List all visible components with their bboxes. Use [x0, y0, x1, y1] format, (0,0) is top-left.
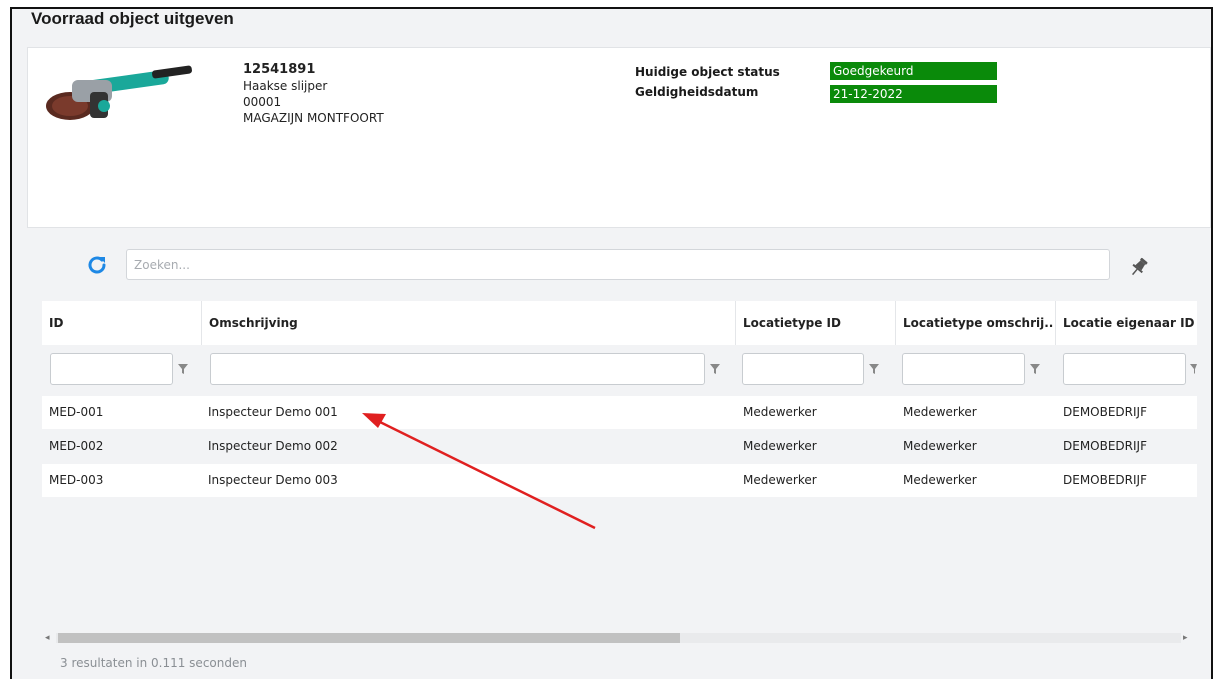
- cell-locatietype-omschrijving: Medewerker: [903, 473, 977, 487]
- cell-locatietype-id: Medewerker: [743, 473, 817, 487]
- object-location: MAGAZIJN MONTFOORT: [243, 111, 384, 125]
- status-badge: Goedgekeurd: [830, 62, 997, 80]
- table-row[interactable]: MED-003 Inspecteur Demo 003 Medewerker M…: [42, 464, 1197, 497]
- cell-id: MED-003: [49, 473, 104, 487]
- refresh-icon[interactable]: [86, 254, 108, 276]
- cell-locatie-eigenaar-id: DEMOBEDRIJF: [1063, 439, 1147, 453]
- horizontal-scrollbar[interactable]: ◂ ▸: [42, 631, 1197, 645]
- cell-locatie-eigenaar-id: DEMOBEDRIJF: [1063, 473, 1147, 487]
- cell-omschrijving: Inspecteur Demo 001: [208, 405, 338, 419]
- cell-omschrijving: Inspecteur Demo 003: [208, 473, 338, 487]
- column-header-locatietype-omschrijving[interactable]: Locatietype omschrij..: [896, 301, 1056, 345]
- table-row[interactable]: MED-002 Inspecteur Demo 002 Medewerker M…: [42, 430, 1197, 463]
- object-code: 12541891: [243, 62, 316, 77]
- object-number: 00001: [243, 95, 282, 109]
- column-header-locatietype-id[interactable]: Locatietype ID: [736, 301, 896, 345]
- angle-grinder-image: [46, 65, 192, 120]
- filter-icon[interactable]: [1189, 363, 1197, 375]
- status-label: Huidige object status: [635, 65, 780, 79]
- column-header-id[interactable]: ID: [42, 301, 202, 345]
- page-title: Voorraad object uitgeven: [31, 9, 234, 28]
- status-labels: Huidige object status Geldigheidsdatum: [635, 62, 780, 102]
- filter-icon[interactable]: [868, 363, 880, 375]
- cell-locatietype-id: Medewerker: [743, 439, 817, 453]
- filter-icon[interactable]: [1029, 363, 1041, 375]
- pin-icon[interactable]: [1128, 256, 1150, 278]
- scroll-left-icon[interactable]: ◂: [45, 633, 50, 643]
- results-summary: 3 resultaten in 0.111 seconden: [60, 656, 247, 670]
- cell-locatietype-omschrijving: Medewerker: [903, 439, 977, 453]
- object-name: Haakse slijper: [243, 79, 328, 93]
- cell-omschrijving: Inspecteur Demo 002: [208, 439, 338, 453]
- filter-input-locatietype-omschrijving[interactable]: [902, 353, 1025, 385]
- filter-input-omschrijving[interactable]: [210, 353, 705, 385]
- validity-date-badge: 21-12-2022: [830, 85, 997, 103]
- filter-input-id[interactable]: [50, 353, 173, 385]
- cell-locatietype-omschrijving: Medewerker: [903, 405, 977, 419]
- scroll-right-icon[interactable]: ▸: [1183, 633, 1188, 643]
- search-input[interactable]: [126, 249, 1110, 280]
- filter-icon[interactable]: [177, 363, 189, 375]
- table-row[interactable]: MED-001 Inspecteur Demo 001 Medewerker M…: [42, 396, 1197, 429]
- object-card: [27, 47, 1211, 228]
- filter-input-locatie-eigenaar-id[interactable]: [1063, 353, 1186, 385]
- validity-date-label: Geldigheidsdatum: [635, 85, 759, 99]
- scrollbar-thumb[interactable]: [58, 633, 680, 643]
- column-header-omschrijving[interactable]: Omschrijving: [202, 301, 736, 345]
- cell-id: MED-002: [49, 439, 104, 453]
- column-header-locatie-eigenaar-id[interactable]: Locatie eigenaar ID: [1056, 301, 1197, 345]
- cell-locatietype-id: Medewerker: [743, 405, 817, 419]
- filter-row: [42, 345, 1197, 395]
- cell-locatie-eigenaar-id: DEMOBEDRIJF: [1063, 405, 1147, 419]
- object-info: 12541891 Haakse slijper 00001 MAGAZIJN M…: [243, 62, 384, 126]
- filter-icon[interactable]: [709, 363, 721, 375]
- filter-input-locatietype-id[interactable]: [742, 353, 864, 385]
- grid-header: ID Omschrijving Locatietype ID Locatiety…: [42, 301, 1197, 346]
- cell-id: MED-001: [49, 405, 104, 419]
